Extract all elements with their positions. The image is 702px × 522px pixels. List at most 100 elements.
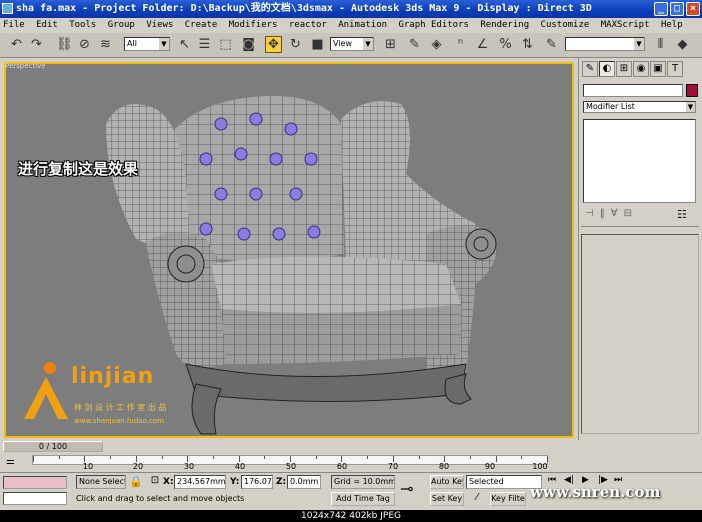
select-and-manipulate-icon[interactable]: ✎: [406, 36, 423, 53]
pivot-center-icon[interactable]: ⊞: [382, 36, 399, 53]
reference-coordinate-dropdown[interactable]: View ▼: [330, 37, 374, 51]
ruler-label: 100: [532, 462, 548, 471]
x-label: X:: [163, 477, 174, 487]
lock-selection-icon[interactable]: 🔒: [129, 475, 143, 489]
snap-toggle-icon[interactable]: ⁿ: [452, 36, 469, 53]
menu-views[interactable]: Views: [146, 20, 173, 30]
bind-spacewarp-icon[interactable]: ≋: [97, 36, 114, 53]
modifier-list-dropdown[interactable]: Modifier List ▼: [583, 101, 696, 113]
menu-rendering[interactable]: Rendering: [480, 20, 529, 30]
remove-modifier-icon[interactable]: ⊟: [624, 208, 638, 219]
menu-customize[interactable]: Customize: [541, 20, 590, 30]
select-and-move-icon[interactable]: ✥: [265, 36, 282, 53]
auto-key-button[interactable]: Auto Key: [430, 475, 464, 489]
tab-motion-icon[interactable]: ◉: [633, 61, 649, 77]
tab-utilities-icon[interactable]: T: [667, 61, 683, 77]
curve-editor-icon[interactable]: ⚌: [6, 456, 22, 470]
absolute-mode-icon[interactable]: ⊡: [148, 475, 162, 489]
maximize-icon[interactable]: □: [670, 2, 684, 16]
y-coordinate-field[interactable]: 176.07mm: [241, 475, 273, 489]
z-label: Z:: [276, 477, 287, 487]
image-info: 1024x742 402kb JPEG: [0, 510, 702, 522]
close-icon[interactable]: ×: [686, 2, 700, 16]
select-and-rotate-icon[interactable]: ↻: [287, 36, 304, 53]
key-mode-icon[interactable]: ⁄: [466, 492, 488, 506]
ruler-label: 50: [285, 462, 297, 471]
ruler-label: 10: [82, 462, 94, 471]
chevron-down-icon: ▼: [634, 38, 644, 50]
selection-filter-dropdown[interactable]: All ▼: [124, 37, 170, 51]
menu-modifiers[interactable]: Modifiers: [229, 20, 278, 30]
percent-snap-icon[interactable]: %: [497, 36, 514, 53]
minimize-icon[interactable]: _: [654, 2, 668, 16]
z-coordinate-field[interactable]: 0.0mm: [287, 475, 321, 489]
configure-modifier-sets-icon[interactable]: ☷: [677, 208, 691, 222]
menu-group[interactable]: Group: [108, 20, 135, 30]
perspective-viewport[interactable]: linjian 林 剑 设 计 工 作 室 出 品 www.shenjuan.f…: [4, 62, 574, 438]
ruler-tick: [33, 456, 34, 462]
maxscript-input[interactable]: [3, 492, 67, 505]
named-selection-icon[interactable]: ✎: [543, 36, 560, 53]
tab-create-icon[interactable]: ✎: [582, 61, 598, 77]
y-label: Y:: [230, 477, 240, 487]
link-icon[interactable]: ⛓: [55, 36, 73, 53]
named-selection-dropdown[interactable]: ▼: [565, 37, 645, 51]
object-color-swatch[interactable]: [686, 84, 698, 97]
key-filters-button[interactable]: Key Filte: [490, 492, 526, 506]
angle-snap-icon[interactable]: ∠: [474, 36, 491, 53]
prompt-line: Click and drag to select and move object…: [76, 494, 245, 503]
ruler-tick: [315, 456, 317, 459]
pin-stack-icon[interactable]: ⊣: [585, 208, 600, 219]
menu-create[interactable]: Create: [185, 20, 218, 30]
chevron-down-icon: ▼: [686, 102, 695, 112]
tab-modify-icon[interactable]: ◐: [599, 61, 615, 77]
window-crossing-icon[interactable]: ◙: [240, 36, 257, 53]
align-icon[interactable]: ◆: [674, 36, 691, 53]
app-icon[interactable]: [2, 3, 13, 14]
site-watermark: www.snren.com: [530, 483, 661, 501]
rectangle-selection-icon[interactable]: ⬚: [217, 36, 234, 53]
menu-reactor[interactable]: reactor: [289, 20, 327, 30]
viewport-label[interactable]: Perspective: [5, 62, 46, 70]
show-end-result-icon[interactable]: ‖: [600, 208, 611, 219]
ruler-tick: [212, 456, 214, 459]
tab-hierarchy-icon[interactable]: ⊞: [616, 61, 632, 77]
ruler-label: 60: [336, 462, 348, 471]
tab-display-icon[interactable]: ▣: [650, 61, 666, 77]
logo-text: linjian: [71, 364, 155, 389]
select-object-icon[interactable]: ↖: [176, 36, 193, 53]
menu-file[interactable]: File: [3, 20, 25, 30]
grid-size: Grid = 10.0mm: [331, 475, 395, 489]
menu-animation[interactable]: Animation: [338, 20, 387, 30]
ruler-tick: [110, 456, 112, 459]
time-slider[interactable]: 0 / 100: [3, 441, 103, 452]
ruler-label: 80: [438, 462, 450, 471]
object-name-field[interactable]: [583, 84, 683, 97]
undo-icon[interactable]: ↶: [8, 36, 25, 53]
x-coordinate-field[interactable]: 234.567mm: [174, 475, 226, 489]
linjian-logo: linjian 林 剑 设 计 工 作 室 出 品 www.shenjuan.f…: [16, 359, 216, 429]
make-unique-icon[interactable]: ∀: [611, 208, 624, 219]
ruler-label: 40: [234, 462, 246, 471]
keyboard-shortcut-icon[interactable]: ◈: [428, 36, 445, 53]
chevron-down-icon: ▼: [159, 38, 169, 50]
menu-edit[interactable]: Edit: [36, 20, 58, 30]
mirror-icon[interactable]: ⫴: [652, 36, 669, 53]
menu-maxscript[interactable]: MAXScript: [601, 20, 650, 30]
menu-help[interactable]: Help: [661, 20, 683, 30]
menu-tools[interactable]: Tools: [69, 20, 96, 30]
unlink-icon[interactable]: ⊘: [76, 36, 93, 53]
logo-url: www.shenjuan.fudao.com: [74, 417, 164, 425]
redo-icon[interactable]: ↷: [28, 36, 45, 53]
maxscript-listener[interactable]: [3, 476, 67, 489]
spinner-snap-icon[interactable]: ⇅: [519, 36, 536, 53]
overlay-caption: 进行复制这是效果: [18, 160, 139, 178]
add-time-tag-button[interactable]: Add Time Tag: [331, 492, 395, 506]
menu-graph-editors[interactable]: Graph Editors: [398, 20, 468, 30]
key-icon[interactable]: ⊸: [400, 479, 424, 499]
title-bar: sha fa.max - Project Folder: D:\Backup\我…: [0, 0, 702, 18]
select-and-scale-icon[interactable]: ■: [309, 36, 326, 53]
modifier-stack[interactable]: [583, 119, 696, 203]
set-key-button[interactable]: Set Key: [430, 492, 464, 506]
select-by-name-icon[interactable]: ☰: [196, 36, 213, 53]
